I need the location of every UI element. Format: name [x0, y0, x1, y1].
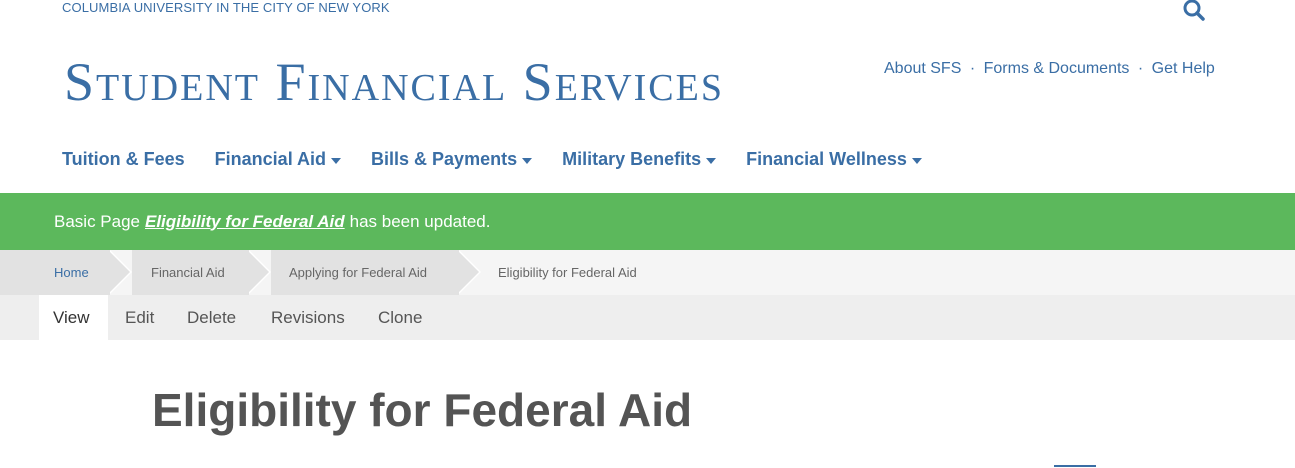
caret-down-icon — [331, 157, 342, 164]
caret-down-icon — [706, 157, 717, 164]
nav-item-tuition-fees[interactable]: Tuition & Fees — [62, 149, 185, 170]
utility-link-forms[interactable]: Forms & Documents — [984, 60, 1130, 77]
breadcrumb: Home Financial Aid Applying for Federal … — [0, 250, 1295, 295]
nav-item-financial-aid[interactable]: Financial Aid — [214, 149, 342, 170]
status-message: Basic Page Eligibility for Federal Aid h… — [0, 193, 1295, 250]
tab-view[interactable]: View — [39, 295, 108, 340]
tab-revisions[interactable]: Revisions — [271, 295, 345, 340]
utility-link-about[interactable]: About SFS — [884, 60, 961, 77]
nav-item-label: Bills & Payments — [371, 149, 518, 169]
site-title[interactable]: Student Financial Services — [64, 52, 724, 112]
utility-separator: · — [1137, 60, 1144, 77]
page-title: Eligibility for Federal Aid — [152, 384, 693, 436]
caret-down-icon — [911, 157, 922, 164]
status-prefix: Basic Page — [54, 211, 140, 231]
breadcrumb-home[interactable]: Home — [0, 250, 110, 295]
nav-item-label: Tuition & Fees — [62, 149, 185, 169]
nav-item-military-benefits[interactable]: Military Benefits — [562, 149, 717, 170]
status-suffix: has been updated. — [349, 211, 491, 231]
breadcrumb-applying-federal-aid[interactable]: Applying for Federal Aid — [271, 250, 459, 295]
breadcrumb-current: Eligibility for Federal Aid — [498, 265, 637, 280]
utility-nav: About SFS · Forms & Documents · Get Help — [884, 60, 1215, 78]
utility-separator: · — [969, 60, 976, 77]
nav-item-label: Financial Wellness — [746, 149, 907, 169]
local-tasks-tabs: View Edit Delete Revisions Clone — [0, 295, 1295, 340]
breadcrumb-financial-aid[interactable]: Financial Aid — [132, 250, 249, 295]
breadcrumb-separator — [247, 250, 269, 294]
status-page-link[interactable]: Eligibility for Federal Aid — [145, 212, 345, 232]
nav-item-financial-wellness[interactable]: Financial Wellness — [746, 149, 922, 170]
tab-edit[interactable]: Edit — [125, 295, 154, 340]
nav-item-label: Military Benefits — [562, 149, 702, 169]
nav-item-label: Financial Aid — [214, 149, 327, 169]
main-nav: Tuition & Fees Financial Aid Bills & Pay… — [62, 149, 922, 170]
nav-item-bills-payments[interactable]: Bills & Payments — [371, 149, 533, 170]
breadcrumb-separator — [108, 250, 130, 294]
utility-link-help[interactable]: Get Help — [1152, 60, 1215, 77]
university-link[interactable]: COLUMBIA UNIVERSITY IN THE CITY OF NEW Y… — [62, 0, 390, 15]
search-icon — [1183, 0, 1205, 21]
tab-clone[interactable]: Clone — [378, 295, 422, 340]
tab-delete[interactable]: Delete — [187, 295, 236, 340]
search-button[interactable] — [1180, 0, 1208, 24]
caret-down-icon — [522, 157, 533, 164]
divider — [1054, 465, 1096, 467]
breadcrumb-separator — [457, 250, 479, 294]
